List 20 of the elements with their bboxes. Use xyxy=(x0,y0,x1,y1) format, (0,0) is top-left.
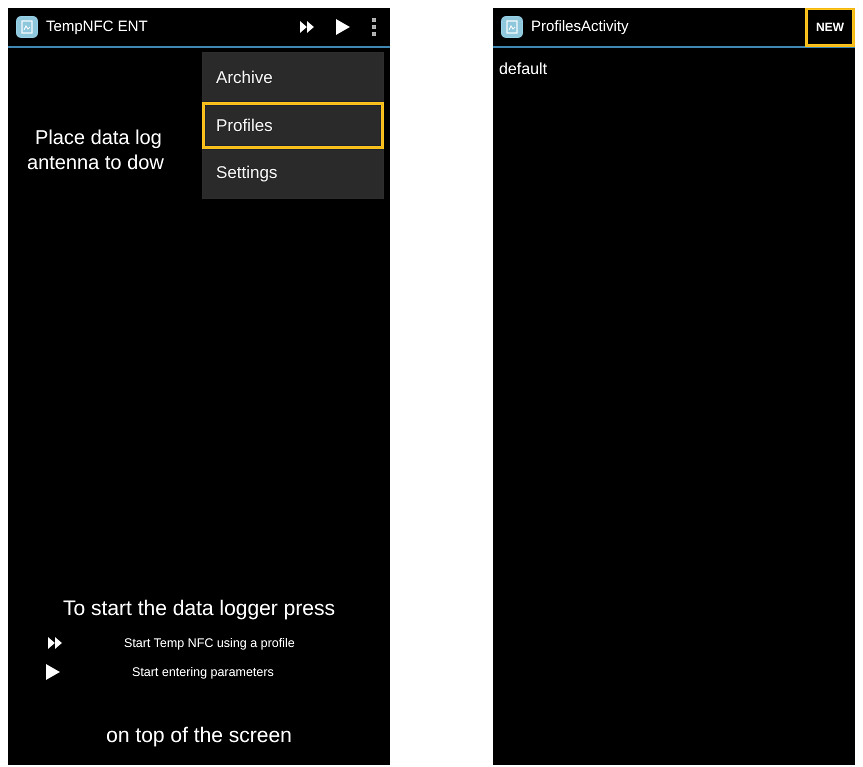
app-title: ProfilesActivity xyxy=(531,16,629,37)
overflow-menu-icon[interactable] xyxy=(372,18,376,36)
menu-item[interactable]: Profiles xyxy=(202,102,384,149)
app-icon xyxy=(501,16,523,38)
legend-text: Start Temp NFC using a profile xyxy=(124,635,295,652)
legend-text: Start entering parameters xyxy=(132,664,274,681)
menu-item[interactable]: Settings xyxy=(202,149,384,196)
instruction-heading: To start the data logger press xyxy=(62,596,336,622)
play-icon[interactable] xyxy=(336,19,350,35)
new-button[interactable]: NEW xyxy=(805,8,855,47)
play-icon xyxy=(46,664,60,680)
instruction-text: Place data log xyxy=(34,126,162,151)
fast-forward-icon[interactable] xyxy=(300,21,314,33)
menu-item[interactable]: Archive xyxy=(202,54,384,102)
app-icon xyxy=(16,16,38,38)
list-item[interactable]: default xyxy=(493,48,855,92)
instruction-footer: on top of the screen xyxy=(8,720,390,751)
app-title: TempNFC ENT xyxy=(46,16,148,37)
instruction-text: antenna to dow xyxy=(26,151,164,176)
fast-forward-icon xyxy=(48,637,62,650)
